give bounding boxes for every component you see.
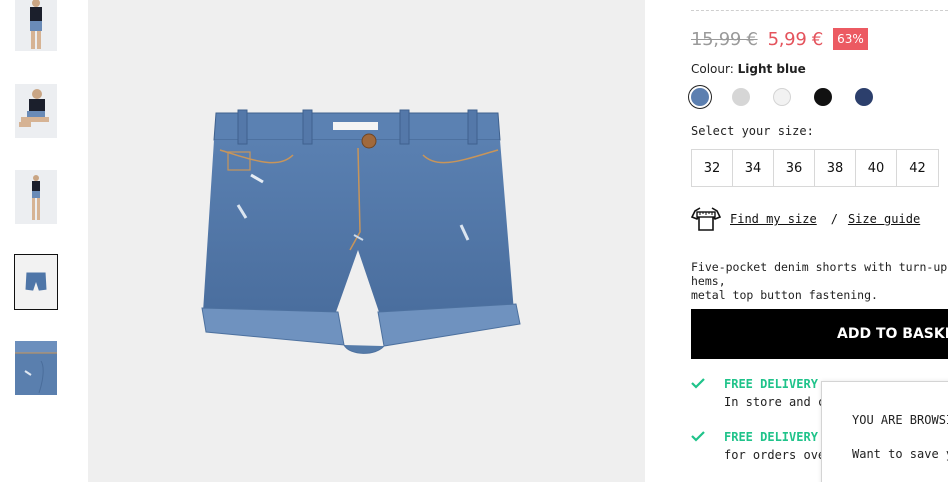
main-product-image[interactable] <box>88 0 645 482</box>
denim-shorts-illustration <box>201 109 521 354</box>
check-icon <box>691 430 711 462</box>
size-label: Select your size: <box>691 124 814 138</box>
thumbnail-model-front[interactable] <box>15 0 57 51</box>
link-separator: / <box>830 212 838 226</box>
swatch-light-blue[interactable] <box>691 88 709 106</box>
colour-row: Colour: Light blue <box>691 62 806 76</box>
discount-badge: 63% <box>833 28 868 50</box>
size-option[interactable]: 42 <box>897 150 938 186</box>
swatch-black[interactable] <box>814 88 832 106</box>
add-to-basket-button[interactable]: ADD TO BASKET <box>691 309 948 359</box>
find-my-size-link[interactable]: Find my size <box>730 212 817 226</box>
thumbnail-strip <box>0 0 80 482</box>
popup-title: YOU ARE BROWSING <box>852 413 948 427</box>
browsing-region-popup[interactable]: YOU ARE BROWSING Want to save your <box>821 381 948 482</box>
sale-price: 5,99 € <box>767 28 824 50</box>
size-guide-link[interactable]: Size guide <box>848 212 920 226</box>
fit-row: Find my size / Size guide <box>690 206 920 232</box>
thumbnail-model-full[interactable] <box>15 170 57 224</box>
size-option[interactable]: 32 <box>692 150 733 186</box>
colour-label: Colour: <box>691 62 734 76</box>
colour-swatches <box>691 88 896 106</box>
popup-text: Want to save your <box>852 447 948 461</box>
swatch-grey[interactable] <box>732 88 750 106</box>
thumbnail-denim-detail[interactable] <box>15 341 57 395</box>
size-option[interactable]: 34 <box>733 150 774 186</box>
divider <box>691 10 948 11</box>
colour-value: Light blue <box>737 62 806 76</box>
tshirt-ruler-icon <box>690 206 722 232</box>
size-selector: 32 34 36 38 40 42 <box>691 149 939 187</box>
old-price: 15,99 € <box>691 28 758 50</box>
thumbnail-product-shorts[interactable] <box>14 254 58 310</box>
size-option[interactable]: 38 <box>815 150 856 186</box>
price-row: 15,99 € 5,99 € 63% <box>691 28 868 50</box>
thumbnail-model-sitting[interactable] <box>15 84 57 138</box>
swatch-navy[interactable] <box>855 88 873 106</box>
size-option[interactable]: 36 <box>774 150 815 186</box>
check-icon <box>691 377 711 409</box>
size-option[interactable]: 40 <box>856 150 897 186</box>
swatch-white[interactable] <box>773 88 791 106</box>
product-description: Five-pocket denim shorts with turn-up he… <box>691 260 948 302</box>
